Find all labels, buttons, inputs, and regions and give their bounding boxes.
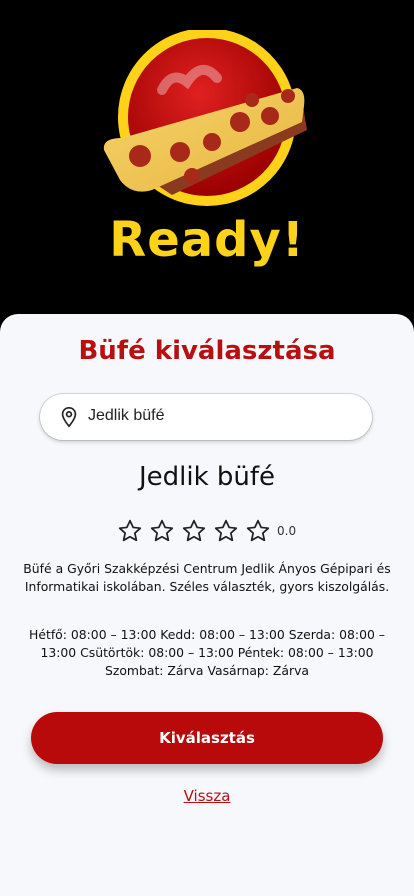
- pizza-slice-logo: [103, 30, 307, 206]
- select-button[interactable]: Kiválasztás: [31, 712, 383, 764]
- star-icon[interactable]: [245, 518, 271, 544]
- rating-value: 0.0: [277, 524, 297, 538]
- page-title: Büfé kiválasztása: [78, 336, 336, 366]
- star-icon[interactable]: [181, 518, 207, 544]
- shop-description: Büfé a Győri Szakképzési Centrum Jedlik …: [23, 561, 391, 594]
- opening-hours: Hétfő: 08:00 – 13:00 Kedd: 08:00 – 13:00…: [29, 627, 385, 678]
- star-icon[interactable]: [117, 518, 143, 544]
- star-icon[interactable]: [213, 518, 239, 544]
- star-icon[interactable]: [149, 518, 175, 544]
- search-value: Jedlik büfé: [88, 407, 165, 424]
- back-link[interactable]: Vissza: [0, 787, 414, 805]
- ready-logo-text: Ready!: [109, 212, 305, 268]
- shop-name: Jedlik büfé: [138, 462, 276, 492]
- selection-sheet: Büfé kiválasztása Jedlik büfé Jedlik büf…: [0, 314, 414, 896]
- shop-search-field[interactable]: Jedlik büfé: [40, 394, 372, 440]
- hero-header: Ready!: [0, 0, 414, 330]
- location-pin-icon: [61, 407, 77, 428]
